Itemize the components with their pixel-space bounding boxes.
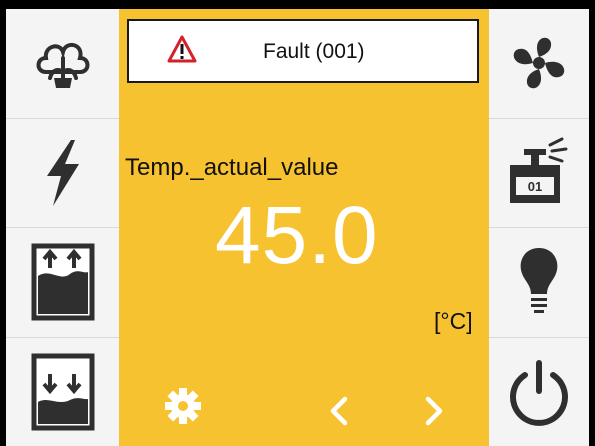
fan-icon [513, 37, 565, 89]
warning-icon [167, 35, 197, 63]
light-button[interactable] [489, 228, 589, 338]
fill-tank-button[interactable] [6, 228, 119, 338]
fault-banner[interactable]: Fault (001) [127, 19, 479, 83]
lightbulb-icon [520, 248, 558, 314]
lightning-icon [46, 139, 79, 206]
fan-button[interactable] [489, 9, 589, 119]
fill-up-icon [31, 243, 94, 321]
right-button-column: 01 [489, 9, 589, 446]
program-01-icon: 01 [510, 137, 568, 203]
program-number: 01 [528, 179, 542, 194]
fault-text: Fault (001) [263, 40, 365, 63]
chevron-right-icon[interactable] [422, 395, 446, 427]
power-supply-button[interactable] [6, 118, 119, 228]
settings-gear-icon[interactable] [163, 386, 203, 426]
measurement-label: Temp._actual_value [125, 154, 339, 181]
program-button[interactable]: 01 [489, 118, 589, 228]
left-button-column [6, 9, 119, 446]
power-icon [510, 359, 568, 426]
measurement-value: 45.0 [215, 190, 379, 281]
chevron-left-icon[interactable] [327, 395, 351, 427]
drain-tank-button[interactable] [6, 337, 119, 446]
power-button[interactable] [489, 337, 589, 446]
steam-icon [36, 43, 89, 89]
drain-down-icon [31, 353, 94, 431]
status-panel: Fault (001) Temp._actual_value 45.0 [°C] [119, 9, 489, 446]
steam-button[interactable] [6, 9, 119, 119]
measurement-unit: [°C] [434, 308, 473, 334]
